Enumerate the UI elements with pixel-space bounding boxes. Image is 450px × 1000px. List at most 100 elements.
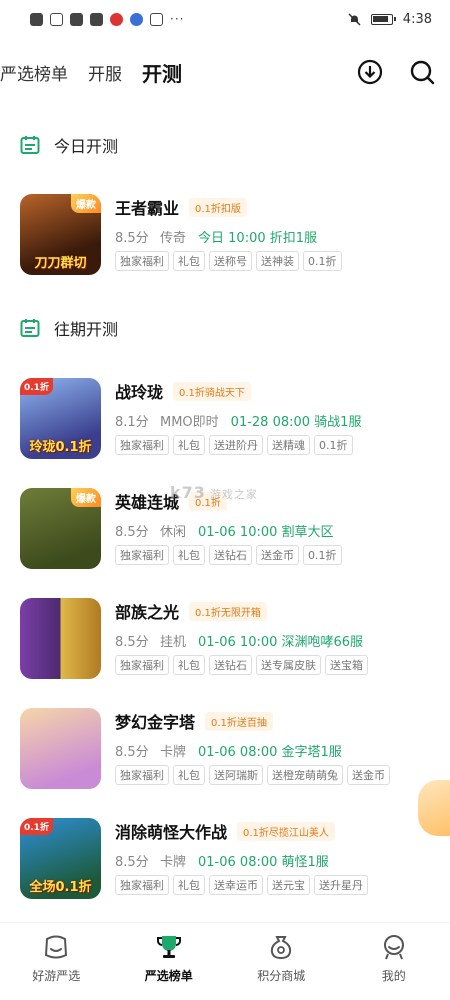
trophy-icon <box>156 936 181 958</box>
tag: 独家福利 <box>115 435 169 455</box>
tag: 礼包 <box>173 545 205 565</box>
tag-list: 独家福利 礼包 送称号 送神装 0.1折 <box>115 251 440 271</box>
game-name: 消除萌怪大作战 <box>115 823 228 842</box>
weibo-icon <box>110 12 123 26</box>
tag: 送称号 <box>209 251 252 271</box>
watermark-logo: k73 <box>170 483 206 502</box>
tag: 独家福利 <box>115 545 169 565</box>
smile-bag-icon <box>45 935 68 959</box>
game-genre: 卡牌 <box>160 854 187 870</box>
game-info: 王者霸业 0.1折扣版 8.5分 传奇 今日 10:00 折扣1服 独家福利 礼… <box>115 194 440 271</box>
search-icon[interactable] <box>408 58 436 86</box>
game-name: 战玲珑 <box>115 383 164 402</box>
tab-testing[interactable]: 开测 <box>142 58 182 87</box>
tag: 送金币 <box>347 765 390 785</box>
game-thumbnail[interactable]: 0.1折 全场0.1折 <box>20 818 101 899</box>
game-item[interactable]: 部族之光 0.1折无限开箱 8.5分 挂机 01-06 10:00 深渊咆哮66… <box>20 598 440 688</box>
promo-badge: 0.1折扣版 <box>189 197 247 217</box>
bottom-tab-featured[interactable]: 好游严选 <box>6 933 106 984</box>
tab-ranking[interactable]: 严选榜单 <box>0 60 68 85</box>
server-time: 今日 10:00 折扣1服 <box>198 230 318 246</box>
game-score: 8.1分 <box>115 414 149 430</box>
game-name: 部族之光 <box>115 603 180 622</box>
tag-list: 独家福利 礼包 送钻石 送金币 0.1折 <box>115 545 440 565</box>
status-icons-right: 4:38 <box>348 12 432 27</box>
discount-corner: 0.1折 <box>20 818 53 835</box>
discount-corner: 0.1折 <box>20 378 53 395</box>
bottom-tab-ranking[interactable]: 严选榜单 <box>119 933 219 984</box>
game-genre: 休闲 <box>160 524 187 540</box>
wifi-icon <box>50 12 63 26</box>
promo-badge: 0.1折送百抽 <box>205 711 273 731</box>
tag: 0.1折 <box>314 435 353 455</box>
game-score: 8.5分 <box>115 854 149 870</box>
game-genre: 挂机 <box>160 634 187 650</box>
thumbnail-caption: 全场0.1折 <box>29 880 92 895</box>
game-item[interactable]: 0.1折 全场0.1折 消除萌怪大作战 0.1折尽揽江山美人 8.5分 卡牌 0… <box>20 818 440 908</box>
calendar-icon <box>20 136 40 154</box>
promo-badge: 0.1折骑战天下 <box>173 381 251 401</box>
game-thumbnail[interactable]: 0.1折 玲珑0.1折 <box>20 378 101 459</box>
more-notifications: ··· <box>170 12 185 26</box>
hot-badge: 爆款 <box>71 488 101 507</box>
section-title: 今日开测 <box>54 137 119 156</box>
game-thumbnail[interactable] <box>20 708 101 789</box>
game-item[interactable]: 梦幻金字塔 0.1折送百抽 8.5分 卡牌 01-06 08:00 金字塔1服 … <box>20 708 440 798</box>
game-genre: 卡牌 <box>160 744 187 760</box>
game-thumbnail[interactable]: 爆款 刀刀群切 <box>20 194 101 275</box>
game-score: 8.5分 <box>115 744 149 760</box>
bottom-tab-profile[interactable]: 我的 <box>344 933 444 984</box>
game-score: 8.5分 <box>115 634 149 650</box>
music-icon <box>130 12 143 26</box>
game-score: 8.5分 <box>115 524 149 540</box>
promo-badge: 0.1折无限开箱 <box>189 601 267 621</box>
tag: 独家福利 <box>115 251 169 271</box>
status-bar: ··· 4:38 <box>0 0 450 38</box>
server-time: 01-06 10:00 割草大区 <box>198 524 334 540</box>
tag: 送幸运币 <box>209 875 263 895</box>
game-info: 梦幻金字塔 0.1折送百抽 8.5分 卡牌 01-06 08:00 金字塔1服 … <box>115 708 440 785</box>
mute-icon <box>348 12 361 26</box>
game-item[interactable]: 爆款 刀刀群切 王者霸业 0.1折扣版 8.5分 传奇 今日 10:00 折扣1… <box>20 194 440 284</box>
status-icons-left: ··· <box>30 12 184 26</box>
bottom-tab-points-mall[interactable]: 积分商城 <box>231 933 331 984</box>
tag-list: 独家福利 礼包 送钻石 送专属皮肤 送宝箱 <box>115 655 440 675</box>
battery-icon <box>370 13 396 25</box>
promo-badge: 0.1折尽揽江山美人 <box>237 821 335 841</box>
tag: 送神装 <box>256 251 299 271</box>
tag: 独家福利 <box>115 655 169 675</box>
profile-icon <box>383 935 404 960</box>
mail-icon <box>70 12 83 26</box>
tag: 送阿瑞斯 <box>209 765 263 785</box>
tag: 送进阶丹 <box>209 435 263 455</box>
tag-list: 独家福利 礼包 送进阶丹 送精魂 0.1折 <box>115 435 440 455</box>
game-thumbnail[interactable] <box>20 598 101 679</box>
alert-icon <box>30 12 43 26</box>
game-name: 王者霸业 <box>115 199 180 218</box>
tag: 送专属皮肤 <box>256 655 321 675</box>
watermark: k73 游戏之家 <box>170 483 258 502</box>
server-time: 01-06 08:00 萌怪1服 <box>198 854 329 870</box>
tag: 送元宝 <box>267 875 310 895</box>
coin-bag-icon <box>271 936 292 960</box>
game-info: 战玲珑 0.1折骑战天下 8.1分 MMO即时 01-28 08:00 骑战1服… <box>115 378 440 455</box>
tab-server-open[interactable]: 开服 <box>88 60 122 85</box>
app-notification-icon <box>90 12 103 26</box>
tag: 礼包 <box>173 875 205 895</box>
tag: 0.1折 <box>303 251 342 271</box>
game-item[interactable]: 0.1折 玲珑0.1折 战玲珑 0.1折骑战天下 8.1分 MMO即时 01-2… <box>20 378 440 468</box>
game-info: 消除萌怪大作战 0.1折尽揽江山美人 8.5分 卡牌 01-06 08:00 萌… <box>115 818 440 895</box>
tag: 礼包 <box>173 435 205 455</box>
tag: 礼包 <box>173 765 205 785</box>
game-score: 8.5分 <box>115 230 149 246</box>
game-thumbnail[interactable]: 爆款 <box>20 488 101 569</box>
game-info: 英雄连城 0.1折 8.5分 休闲 01-06 10:00 割草大区 独家福利 … <box>115 488 440 565</box>
server-time: 01-06 08:00 金字塔1服 <box>198 744 342 760</box>
status-time: 4:38 <box>402 11 432 27</box>
tag: 送升星丹 <box>314 875 368 895</box>
tag-list: 独家福利 礼包 送幸运币 送元宝 送升星丹 <box>115 875 440 895</box>
download-icon[interactable] <box>356 58 384 86</box>
section-past: 往期开测 <box>20 316 118 340</box>
tag: 0.1折 <box>303 545 342 565</box>
thumbnail-caption: 玲珑0.1折 <box>29 440 92 455</box>
